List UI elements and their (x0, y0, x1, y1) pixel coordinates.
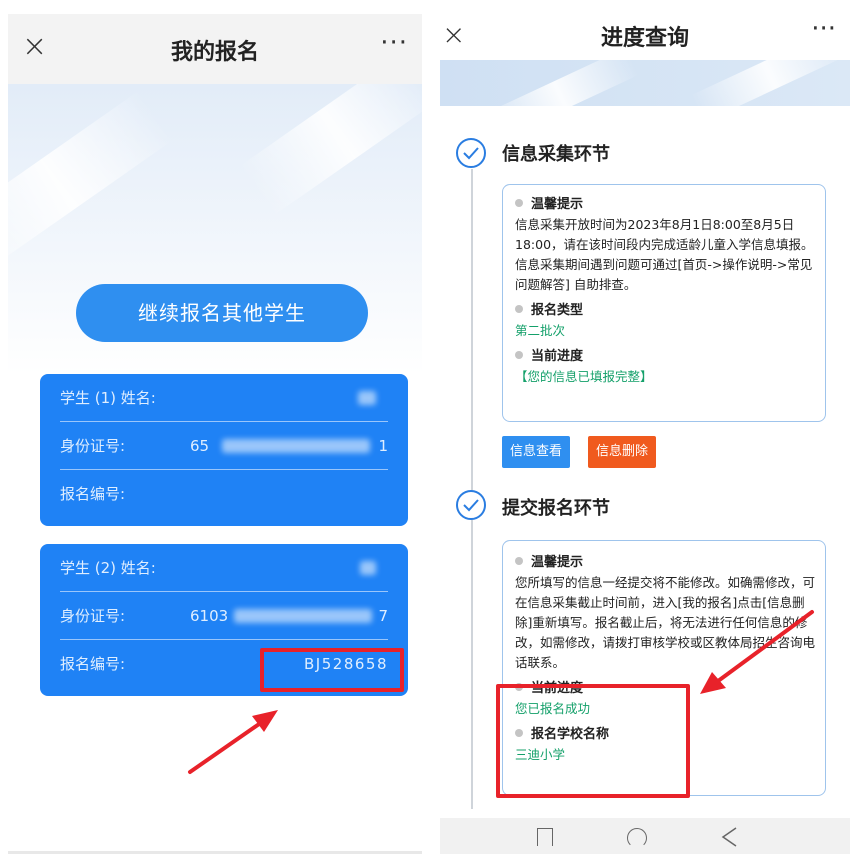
id-number-label: 身份证号: (60, 607, 126, 625)
student-name-row: 学生 (2) 姓名: (60, 544, 388, 592)
system-navigation-bar (440, 818, 850, 854)
registration-type-heading: 报名类型 (515, 301, 815, 321)
id-number-prefix: 65 (190, 437, 210, 455)
registration-number-label: 报名编号: (60, 485, 126, 503)
student-name-label: 学生 (1) 姓名: (60, 389, 156, 407)
tip-label: 温馨提示 (531, 555, 584, 570)
delete-info-button[interactable]: 信息删除 (588, 436, 657, 468)
top-bar: × 我的报名 ··· (8, 14, 422, 84)
bullet-dot (515, 351, 523, 359)
annotation-highlight-box (260, 648, 404, 692)
timeline-line (471, 169, 473, 809)
banner-decoration (481, 60, 639, 106)
step-complete-check-icon (456, 138, 486, 168)
progress-query-screen: × 进度查询 ··· 信息采集环节 温馨提示 信息采集开放时间为2023年8月1… (440, 14, 850, 854)
student-name-row: 学生 (1) 姓名: (60, 374, 388, 422)
tip-label: 温馨提示 (531, 197, 584, 212)
student-name-label: 学生 (2) 姓名: (60, 559, 156, 577)
id-number-suffix: 7 (378, 607, 388, 625)
view-info-button[interactable]: 信息查看 (502, 436, 571, 468)
id-number-suffix: 1 (378, 437, 388, 455)
my-registration-screen: × 我的报名 ··· 继续报名其他学生 学生 (1) 姓名: 身份证号: 65 … (8, 14, 422, 854)
step-complete-check-icon (456, 490, 486, 520)
progress-label: 当前进度 (531, 349, 584, 364)
student-card-1[interactable]: 学生 (1) 姓名: 身份证号: 65 1 报名编号: (40, 374, 408, 526)
back-icon[interactable] (720, 826, 738, 848)
id-number-prefix: 6103 (190, 607, 229, 625)
continue-register-button[interactable]: 继续报名其他学生 (76, 284, 368, 342)
more-icon[interactable]: ··· (380, 28, 408, 58)
id-number-value: 65 1 (190, 422, 388, 470)
banner-decoration (691, 60, 849, 106)
banner-background (440, 60, 850, 106)
tip-text: 您所填写的信息一经提交将不能修改。如确需修改，可在信息采集截止时间前，进入[我的… (515, 575, 816, 670)
id-number-label: 身份证号: (60, 437, 126, 455)
registration-number-label: 报名编号: (60, 655, 126, 673)
tip-text: 信息采集开放时间为2023年8月1日8:00至8月5日18:00，请在该时间段内… (515, 217, 814, 292)
registration-type-label: 报名类型 (531, 303, 584, 318)
registration-type-value: 第二批次 (515, 323, 566, 338)
progress-value: 【您的信息已填报完整】 (515, 369, 653, 384)
id-number-row: 身份证号: 6103 7 (60, 592, 388, 640)
more-icon[interactable]: ··· (811, 14, 836, 44)
redacted-id (234, 609, 372, 623)
tip-heading: 温馨提示 (515, 195, 815, 215)
bottom-divider (8, 851, 422, 854)
banner-decoration (238, 84, 422, 216)
bullet-dot (515, 305, 523, 313)
registration-number-row: 报名编号: (60, 470, 388, 518)
tip-heading: 温馨提示 (515, 553, 815, 573)
progress-heading: 当前进度 (515, 347, 815, 367)
redacted-name (358, 391, 376, 405)
bullet-dot (515, 557, 523, 565)
step-title-info-collection: 信息采集环节 (502, 144, 610, 165)
annotation-highlight-box (496, 684, 690, 798)
page-title: 我的报名 (170, 40, 259, 65)
banner-decoration (8, 90, 174, 278)
info-collection-panel: 温馨提示 信息采集开放时间为2023年8月1日8:00至8月5日18:00，请在… (502, 184, 826, 422)
bullet-dot (515, 199, 523, 207)
banner-background: 继续报名其他学生 (8, 84, 422, 374)
home-icon[interactable] (627, 828, 647, 848)
step-title-submit-registration: 提交报名环节 (502, 498, 610, 519)
id-number-value: 6103 7 (190, 592, 388, 640)
id-number-row: 身份证号: 65 1 (60, 422, 388, 470)
redacted-id (222, 439, 370, 453)
redacted-name (360, 561, 376, 575)
recent-apps-icon[interactable] (537, 828, 553, 846)
page-title: 进度查询 (600, 26, 689, 51)
